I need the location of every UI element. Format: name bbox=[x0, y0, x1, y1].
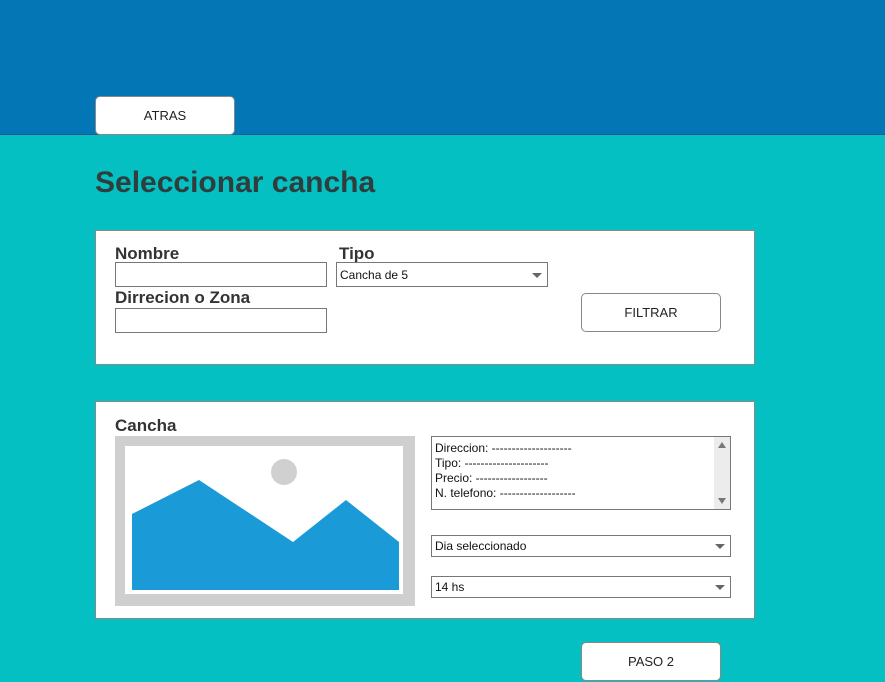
name-input[interactable] bbox=[115, 262, 327, 287]
type-select-value: Cancha de 5 bbox=[340, 267, 409, 282]
name-label: Nombre bbox=[115, 244, 180, 263]
chevron-down-icon bbox=[532, 272, 542, 278]
next-step-button[interactable]: PASO 2 bbox=[581, 642, 721, 681]
court-details-textarea[interactable]: Direccion: -------------------- Tipo: --… bbox=[431, 436, 731, 510]
detail-address: Direccion: -------------------- bbox=[435, 441, 572, 455]
scroll-up-icon[interactable] bbox=[718, 442, 726, 448]
type-label: Tipo bbox=[339, 244, 375, 263]
court-title: Cancha bbox=[115, 416, 177, 435]
detail-type: Tipo: --------------------- bbox=[435, 456, 549, 470]
detail-price: Precio: ------------------ bbox=[435, 471, 548, 485]
time-select-value: 14 hs bbox=[435, 580, 465, 594]
day-select[interactable]: Dia seleccionado bbox=[431, 535, 731, 557]
detail-phone: N. telefono: ------------------- bbox=[435, 486, 576, 500]
type-select[interactable]: Cancha de 5 bbox=[336, 262, 548, 287]
details-scrollbar[interactable] bbox=[714, 437, 730, 509]
filter-button[interactable]: FILTRAR bbox=[581, 293, 721, 332]
time-select[interactable]: 14 hs bbox=[431, 576, 731, 598]
chevron-down-icon bbox=[715, 585, 725, 590]
image-placeholder-icon bbox=[125, 446, 403, 594]
court-image bbox=[115, 436, 415, 606]
address-input[interactable] bbox=[115, 308, 327, 333]
day-select-value: Dia seleccionado bbox=[435, 539, 527, 553]
back-button[interactable]: ATRAS bbox=[95, 96, 235, 135]
chevron-down-icon bbox=[715, 544, 725, 549]
scroll-down-icon[interactable] bbox=[718, 498, 726, 504]
page-title: Seleccionar cancha bbox=[95, 166, 376, 199]
address-label: Dirrecion o Zona bbox=[115, 288, 251, 307]
